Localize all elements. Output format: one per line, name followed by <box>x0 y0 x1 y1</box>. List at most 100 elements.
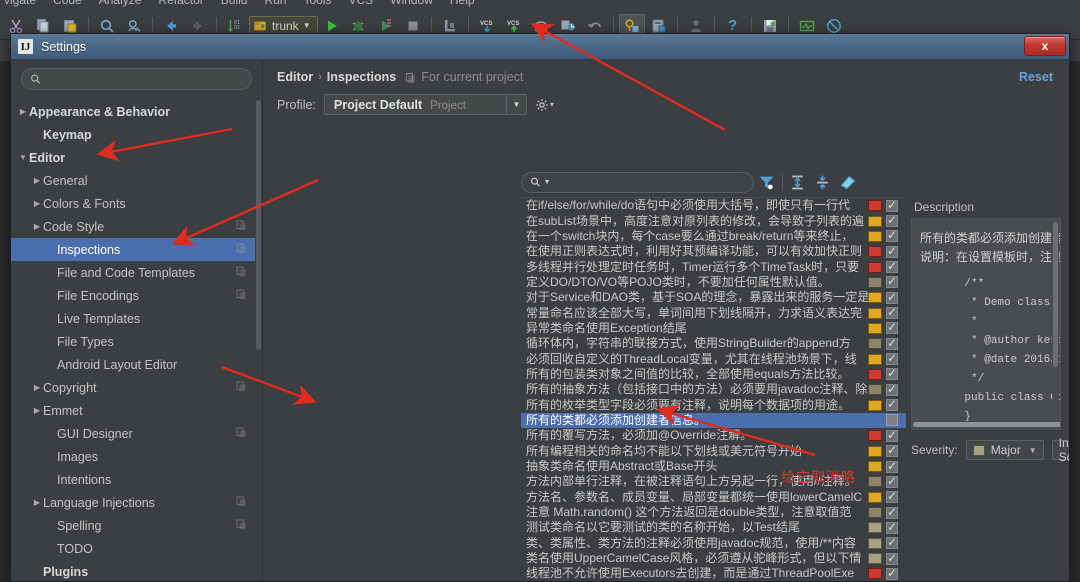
sidebar-item-code-style[interactable]: ▶ Code Style <box>11 215 255 238</box>
sidebar-item-inspections[interactable]: Inspections <box>11 238 255 261</box>
menu-item[interactable]: Run <box>264 0 286 6</box>
inspection-row[interactable]: 在一个switch块内，每个case要么通过break/return等来终止， <box>521 228 906 244</box>
inspection-row[interactable]: 方法名、参数名、成员变量、局部变量都统一使用lowerCamelC <box>521 489 906 505</box>
inspection-row[interactable]: 异常类命名使用Exception结尾 <box>521 320 906 336</box>
severity-swatch[interactable] <box>868 507 882 519</box>
description-vscrollbar-thumb[interactable] <box>1053 222 1058 367</box>
inspection-list[interactable]: 在if/else/for/while/do语句中必须使用大括号，即使只有一行代在… <box>521 197 906 581</box>
sidebar-item-editor[interactable]: ▼ Editor <box>11 146 255 169</box>
severity-swatch[interactable] <box>868 230 882 242</box>
severity-swatch[interactable] <box>868 353 882 365</box>
menu-item[interactable]: Build <box>221 0 248 6</box>
menu-items[interactable]: vigate Code Analyze Refactor Build Run Tools VC… <box>0 0 1080 6</box>
severity-swatch[interactable] <box>868 307 882 319</box>
severity-swatch[interactable] <box>868 415 882 426</box>
sidebar-item-copyright[interactable]: ▶ Copyright <box>11 376 255 399</box>
sidebar-scrollbar-thumb[interactable] <box>256 100 261 350</box>
menu-item[interactable]: Refactor <box>158 0 203 6</box>
severity-swatch[interactable] <box>868 384 882 396</box>
menu-item[interactable]: Code <box>53 0 82 6</box>
sidebar-item-intentions[interactable]: Intentions <box>11 468 255 491</box>
inspection-checkbox[interactable] <box>886 259 898 274</box>
expand-all-icon[interactable] <box>785 171 810 193</box>
scope-dropdown[interactable]: In All Scopes ▼ <box>1051 436 1069 464</box>
inspection-checkbox[interactable] <box>886 414 898 427</box>
inspection-row[interactable]: 在subList场景中，高度注意对原列表的修改，会导致子列表的遍 <box>521 213 906 228</box>
profile-dropdown[interactable]: Project Default Project ▼ <box>323 94 527 115</box>
inspection-checkbox[interactable] <box>886 290 898 304</box>
inspection-row[interactable]: 所有的覆写方法，必须加@Override注解。 <box>521 428 906 443</box>
inspection-search-input[interactable] <box>553 174 746 190</box>
inspection-row[interactable]: 所有编程相关的命名均不能以下划线或美元符号开始 <box>521 443 906 459</box>
severity-swatch[interactable] <box>868 246 882 258</box>
dialog-title-bar[interactable]: IJ Settings x <box>11 34 1069 60</box>
menu-item[interactable]: Help <box>450 0 475 6</box>
search-input[interactable] <box>46 71 243 87</box>
sidebar-item-android-layout-editor[interactable]: Android Layout Editor <box>11 353 255 376</box>
severity-swatch[interactable] <box>868 522 882 534</box>
inspection-search-box[interactable]: ▼ <box>521 171 755 193</box>
description-hscrollbar-thumb[interactable] <box>913 422 1060 427</box>
chevron-right-icon[interactable]: ▶ <box>31 383 43 392</box>
severity-swatch[interactable] <box>868 276 882 288</box>
sidebar-item-live-templates[interactable]: Live Templates <box>11 307 255 330</box>
inspection-checkbox[interactable] <box>886 351 898 366</box>
sidebar-item-images[interactable]: Images <box>11 445 255 468</box>
inspection-row[interactable]: 所有的类都必须添加创建者信息。 <box>521 412 906 429</box>
filter-icon[interactable] <box>754 171 779 193</box>
severity-swatch[interactable] <box>868 292 882 304</box>
severity-swatch[interactable] <box>868 399 882 411</box>
sidebar-item-file-and-code-templates[interactable]: File and Code Templates <box>11 261 255 284</box>
sidebar-item-file-types[interactable]: File Types <box>11 330 255 353</box>
chevron-down-icon[interactable]: ▼ <box>544 179 551 186</box>
inspection-row[interactable]: 所有的抽象方法（包括接口中的方法）必须要用javadoc注释、除 <box>521 382 906 397</box>
inspection-row[interactable]: 类名使用UpperCamelCase风格，必须遵从驼峰形式，但以下情 <box>521 551 906 566</box>
chevron-down-icon[interactable]: ▼ <box>505 95 526 114</box>
inspection-row[interactable]: 测试类命名以它要测试的类的名称开始，以Test结尾 <box>521 520 906 535</box>
collapse-all-icon[interactable] <box>810 171 835 193</box>
chevron-right-icon[interactable]: ▶ <box>31 199 43 208</box>
inspection-checkbox[interactable] <box>886 336 898 350</box>
inspection-checkbox[interactable] <box>886 459 898 473</box>
sidebar-item-spelling[interactable]: Spelling <box>11 514 255 537</box>
severity-swatch[interactable] <box>868 476 882 488</box>
inspection-checkbox[interactable] <box>886 366 898 381</box>
sidebar-item-language-injections[interactable]: ▶ Language Injections <box>11 491 255 514</box>
inspection-checkbox[interactable] <box>886 551 898 565</box>
inspection-row[interactable]: 所有的枚举类型字段必须要有注释，说明每个数据项的用途。 <box>521 397 906 412</box>
inspection-row[interactable]: 循环体内，字符串的联接方式，使用StringBuilder的append方 <box>521 336 906 351</box>
inspection-row[interactable]: 线程池不允许使用Executors去创建，而是通过ThreadPoolExe <box>521 566 906 581</box>
sidebar-item-general[interactable]: ▶ General <box>11 169 255 192</box>
inspection-checkbox[interactable] <box>886 566 898 580</box>
inspection-checkbox[interactable] <box>886 428 898 442</box>
menu-item[interactable]: Analyze <box>99 0 142 6</box>
sidebar-item-keymap[interactable]: Keymap <box>11 123 255 146</box>
menu-item[interactable]: Tools <box>303 0 331 6</box>
severity-swatch[interactable] <box>868 568 882 580</box>
severity-swatch[interactable] <box>868 200 882 212</box>
description-vscrollbar[interactable] <box>1052 220 1059 420</box>
inspection-checkbox[interactable] <box>886 535 898 550</box>
severity-swatch[interactable] <box>868 461 882 473</box>
severity-swatch[interactable] <box>868 491 882 503</box>
inspection-checkbox[interactable] <box>886 213 898 228</box>
inspection-row[interactable]: 在if/else/for/while/do语句中必须使用大括号，即使只有一行代 <box>521 198 906 213</box>
inspection-row[interactable]: 定义DO/DTO/VO等POJO类时，不要加任何属性默认值。 <box>521 274 906 290</box>
sidebar-item-todo[interactable]: TODO <box>11 537 255 560</box>
sidebar-item-file-encodings[interactable]: File Encodings <box>11 284 255 307</box>
search-box[interactable] <box>21 68 252 90</box>
inspection-checkbox[interactable] <box>886 382 898 396</box>
chevron-down-icon[interactable]: ▼ <box>17 153 29 162</box>
severity-swatch[interactable] <box>868 322 882 334</box>
chevron-right-icon[interactable]: ▶ <box>31 176 43 185</box>
menu-item[interactable]: Window <box>390 0 433 6</box>
inspection-checkbox[interactable] <box>886 474 898 488</box>
sidebar-scrollbar[interactable] <box>255 100 262 581</box>
inspection-checkbox[interactable] <box>886 443 898 458</box>
inspection-row[interactable]: 必须回收自定义的ThreadLocal变量，尤其在线程池场景下，线 <box>521 351 906 366</box>
reset-to-empty-icon[interactable] <box>836 171 861 193</box>
severity-swatch[interactable] <box>868 430 882 442</box>
inspection-checkbox[interactable] <box>886 198 898 212</box>
severity-swatch[interactable] <box>868 445 882 457</box>
inspection-row[interactable]: 注意 Math.random() 这个方法返回是double类型，注意取值范 <box>521 505 906 520</box>
